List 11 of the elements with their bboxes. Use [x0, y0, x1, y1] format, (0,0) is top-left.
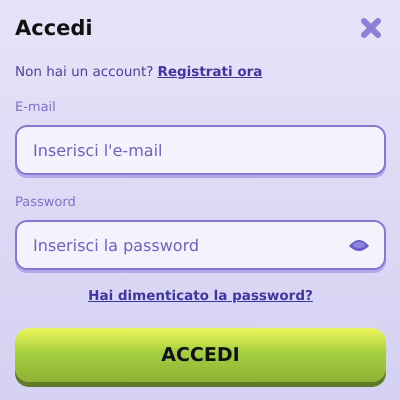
login-button[interactable]: ACCEDI	[15, 328, 386, 382]
eye-icon[interactable]	[348, 237, 370, 253]
register-link[interactable]: Registrati ora	[157, 64, 262, 80]
close-button[interactable]	[360, 17, 382, 39]
email-field[interactable]: Inserisci l'e-mail	[15, 125, 386, 175]
password-field[interactable]: Inserisci la password	[15, 220, 386, 270]
dialog-title: Accedi	[15, 16, 93, 40]
field-label: E-mail	[15, 100, 57, 117]
forgot-password-link[interactable]: Hai dimenticato la password?	[88, 288, 313, 304]
register-prompt: Non hai un account?	[15, 64, 154, 80]
field-label: Password	[15, 195, 77, 212]
